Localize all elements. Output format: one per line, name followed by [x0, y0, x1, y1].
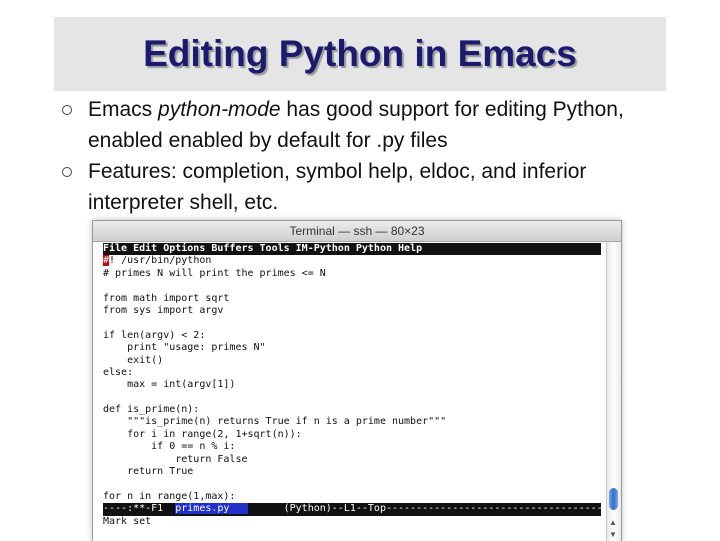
bullet-list: Emacs python-mode has good support for e… — [62, 94, 672, 218]
bullet-text-emphasis: python-mode — [158, 98, 281, 121]
code-line: def is_prime(n): — [103, 404, 200, 416]
code-line: print "usage: primes N" — [103, 342, 266, 354]
vertical-scrollbar[interactable]: ▲ ▼ — [606, 242, 621, 541]
bullet-text-pre: Emacs — [88, 98, 159, 121]
code-line: """is_prime(n) returns True if n is a pr… — [103, 416, 447, 428]
modeline-status: ----:**-F1 — [103, 503, 176, 515]
code-line: exit() — [103, 354, 164, 366]
scroll-up-arrow-icon[interactable]: ▲ — [609, 518, 617, 527]
code-line: return False — [103, 453, 248, 465]
code-line: for n in range(1,max): — [103, 490, 236, 502]
code-line: # primes N will print the primes <= N — [103, 267, 326, 279]
slide-title-band: Editing Python in Emacs — [54, 17, 666, 91]
code-line: return True — [103, 466, 194, 478]
modeline-mode: (Python)--L1--Top-----------------------… — [247, 503, 622, 515]
scroll-down-arrow-icon[interactable]: ▼ — [609, 530, 617, 539]
code-line: if 0 == n % i: — [103, 441, 236, 453]
emacs-menubar[interactable]: File Edit Options Buffers Tools IM-Pytho… — [103, 243, 601, 256]
bullet-text: Features: completion, symbol help, eldoc… — [88, 160, 587, 214]
code-line: max = int(argv[1]) — [103, 379, 236, 391]
bullet-item: Features: completion, symbol help, eldoc… — [62, 156, 672, 218]
code-line: for i in range(2, 1+sqrt(n)): — [103, 428, 302, 440]
slide-title: Editing Python in Emacs — [143, 33, 577, 74]
emacs-minibuffer[interactable]: Mark set — [103, 516, 601, 528]
code-line-text: ! /usr/bin/python — [109, 255, 212, 267]
terminal-window[interactable]: Terminal — ssh — 80×23 File Edit Options… — [92, 220, 622, 541]
terminal-screen[interactable]: File Edit Options Buffers Tools IM-Pytho… — [103, 243, 621, 541]
code-line-shebang: #! /usr/bin/python — [103, 255, 601, 267]
code-line: else: — [103, 366, 134, 378]
code-line: if len(argv) < 2: — [103, 329, 206, 341]
bullet-dot-icon — [62, 167, 72, 177]
scrollbar-thumb[interactable] — [609, 488, 618, 510]
emacs-modeline: ----:**-F1 primes.py (Python)--L1--Top--… — [103, 503, 621, 516]
bullet-item: Emacs python-mode has good support for e… — [62, 94, 672, 156]
code-line: from math import sqrt — [103, 292, 230, 304]
bullet-dot-icon — [62, 105, 72, 115]
terminal-titlebar[interactable]: Terminal — ssh — 80×23 — [93, 221, 621, 242]
code-line: from sys import argv — [103, 304, 224, 316]
modeline-buffer-name: primes.py — [175, 503, 248, 515]
code-lines: # primes N will print the primes <= N fro… — [103, 268, 601, 503]
